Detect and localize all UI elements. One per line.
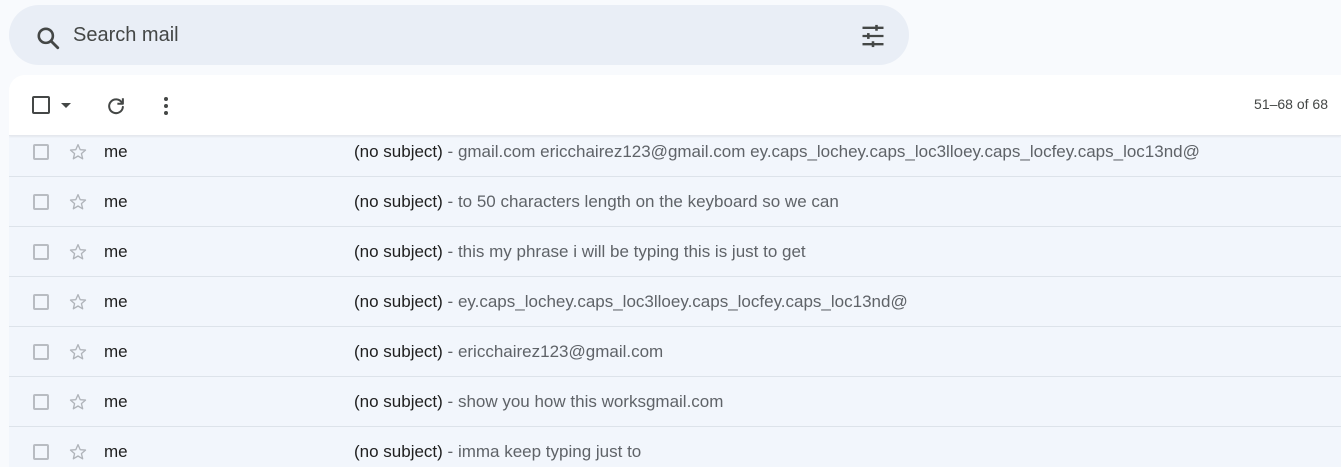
row-checkbox[interactable] bbox=[33, 444, 49, 460]
select-all-checkbox[interactable] bbox=[32, 96, 50, 114]
subject-separator: - bbox=[442, 442, 458, 461]
list-toolbar: 51–68 of 68 bbox=[9, 75, 1341, 136]
subject-separator: - bbox=[442, 392, 458, 411]
star-icon[interactable] bbox=[68, 442, 88, 462]
snippet-text: imma keep typing just to bbox=[457, 442, 642, 461]
star-icon[interactable] bbox=[68, 292, 88, 312]
mail-list-panel: me (no subject) - gmail.com ericchairez12… bbox=[9, 75, 1341, 467]
subject-separator: - bbox=[442, 342, 458, 361]
row-checkbox[interactable] bbox=[33, 144, 49, 160]
star-icon[interactable] bbox=[68, 142, 88, 162]
sender-name: me bbox=[104, 192, 128, 211]
table-row[interactable]: me (no subject) - show you how this works… bbox=[9, 377, 1341, 427]
more-options-icon[interactable] bbox=[156, 95, 176, 117]
subject-text: (no subject) bbox=[354, 142, 443, 161]
subject-text: (no subject) bbox=[354, 192, 443, 211]
message-summary: (no subject) - to 50 characters length o… bbox=[354, 192, 839, 212]
subject-text: (no subject) bbox=[354, 442, 443, 461]
row-checkbox[interactable] bbox=[33, 394, 49, 410]
table-row[interactable]: me (no subject) - ey.caps_lochey.caps_loc… bbox=[9, 277, 1341, 327]
snippet-text: ericchairez123@gmail.com bbox=[457, 342, 664, 361]
message-summary: (no subject) - gmail.com ericchairez123@… bbox=[354, 142, 1200, 162]
snippet-text: ey.caps_lochey.caps_loc3lloey.caps_locfe… bbox=[457, 292, 908, 311]
table-row[interactable]: me (no subject) - ericchairez123@gmail.co… bbox=[9, 327, 1341, 377]
sender-name: me bbox=[104, 292, 128, 311]
table-row[interactable]: me (no subject) - this my phrase i will b… bbox=[9, 227, 1341, 277]
sender-name: me bbox=[104, 442, 128, 461]
search-bar bbox=[9, 5, 909, 65]
star-icon[interactable] bbox=[68, 242, 88, 262]
subject-text: (no subject) bbox=[354, 392, 443, 411]
subject-text: (no subject) bbox=[354, 242, 443, 261]
subject-text: (no subject) bbox=[354, 292, 443, 311]
star-icon[interactable] bbox=[68, 392, 88, 412]
subject-text: (no subject) bbox=[354, 342, 443, 361]
snippet-text: to 50 characters length on the keyboard … bbox=[457, 192, 839, 211]
snippet-text: show you how this worksgmail.com bbox=[457, 392, 724, 411]
refresh-icon[interactable] bbox=[105, 95, 127, 117]
search-icon[interactable] bbox=[35, 25, 61, 51]
sender-name: me bbox=[104, 342, 128, 361]
message-list: me (no subject) - gmail.com ericchairez12… bbox=[9, 127, 1341, 467]
sender-name: me bbox=[104, 142, 128, 161]
subject-separator: - bbox=[442, 292, 458, 311]
subject-separator: - bbox=[442, 142, 458, 161]
subject-separator: - bbox=[442, 242, 458, 261]
row-checkbox[interactable] bbox=[33, 244, 49, 260]
message-summary: (no subject) - ey.caps_lochey.caps_loc3l… bbox=[354, 292, 908, 312]
message-summary: (no subject) - ericchairez123@gmail.com bbox=[354, 342, 663, 362]
sender-name: me bbox=[104, 242, 128, 261]
snippet-text: this my phrase i will be typing this is … bbox=[457, 242, 806, 261]
row-checkbox[interactable] bbox=[33, 294, 49, 310]
sender-name: me bbox=[104, 392, 128, 411]
star-icon[interactable] bbox=[68, 342, 88, 362]
message-summary: (no subject) - imma keep typing just to bbox=[354, 442, 641, 462]
subject-separator: - bbox=[442, 192, 458, 211]
table-row[interactable]: me (no subject) - imma keep typing just t… bbox=[9, 427, 1341, 467]
star-icon[interactable] bbox=[68, 192, 88, 212]
message-summary: (no subject) - this my phrase i will be … bbox=[354, 242, 806, 262]
search-input[interactable] bbox=[73, 20, 833, 50]
pagination-label: 51–68 of 68 bbox=[1254, 96, 1328, 112]
row-checkbox[interactable] bbox=[33, 344, 49, 360]
table-row[interactable]: me (no subject) - to 50 characters length… bbox=[9, 177, 1341, 227]
search-options-icon[interactable] bbox=[859, 22, 887, 50]
snippet-text: gmail.com ericchairez123@gmail.com ey.ca… bbox=[457, 142, 1200, 161]
row-checkbox[interactable] bbox=[33, 194, 49, 210]
message-summary: (no subject) - show you how this worksgm… bbox=[354, 392, 723, 412]
select-dropdown-icon[interactable] bbox=[59, 101, 73, 111]
